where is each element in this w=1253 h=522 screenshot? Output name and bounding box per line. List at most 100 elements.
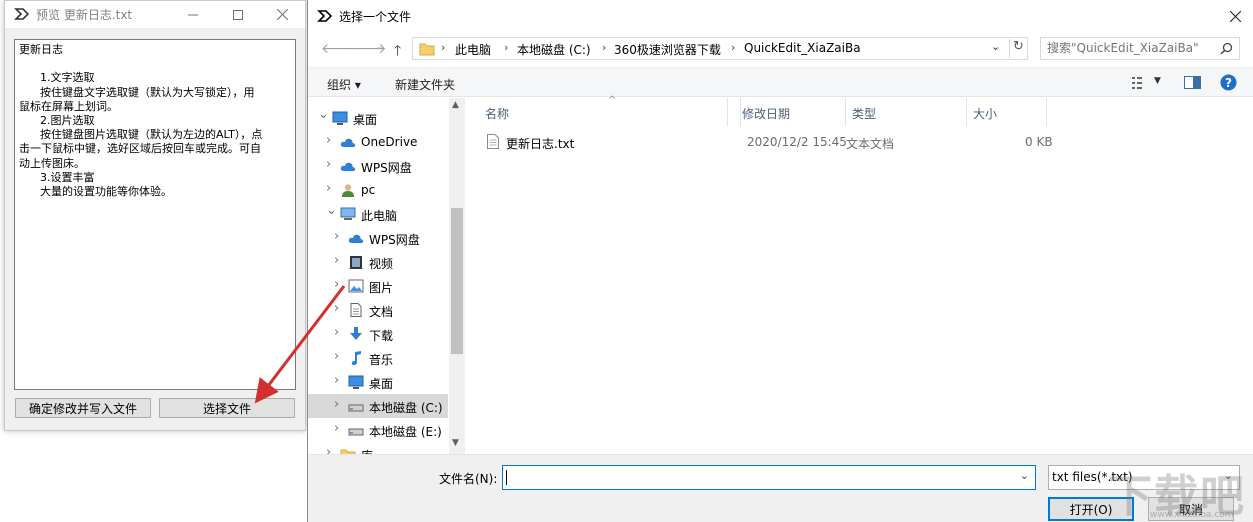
close-icon <box>277 9 288 20</box>
column-header-size-label: 大小 <box>973 107 998 121</box>
desktop-icon <box>348 375 364 389</box>
chevron-down-icon[interactable]: ⌄ <box>1224 469 1233 482</box>
file-row[interactable]: 更新日志.txt 2020/12/2 15:45 文本文档 0 KB <box>465 128 1053 154</box>
video-icon <box>350 256 362 269</box>
chevron-down-icon[interactable]: ⌄ <box>318 107 329 122</box>
desktop-icon <box>332 111 348 125</box>
app-logo-icon <box>317 10 333 22</box>
breadcrumb-separator: › <box>441 41 446 54</box>
watermark-url: www.xiazaiba.com <box>1150 510 1234 520</box>
chevron-down-icon[interactable]: ⌄ <box>1020 469 1029 482</box>
document-icon <box>350 303 362 317</box>
nav-tree-item[interactable]: › 本地磁盘 (C:) <box>308 394 448 418</box>
dialog-titlebar[interactable]: 选择一个文件 <box>308 0 1253 31</box>
nav-tree-item[interactable]: ›库 <box>308 442 448 454</box>
chevron-right-icon[interactable]: › <box>334 253 339 268</box>
minimize-button[interactable] <box>170 1 215 28</box>
preview-text-editor[interactable]: 更新日志 1.文字选取 按住键盘文字选取键（默认为大写锁定），用 鼠标在屏幕上划… <box>14 39 296 390</box>
choose-file-button[interactable]: 选择文件 <box>159 398 295 418</box>
nav-tree-item-label: 本地磁盘 (C:) <box>369 401 443 415</box>
scroll-thumb[interactable] <box>451 208 463 354</box>
computer-icon <box>340 207 356 220</box>
recent-locations-button[interactable]: ⌄ <box>376 42 384 52</box>
nav-tree-item[interactable]: › WPS网盘 <box>308 154 448 178</box>
chevron-right-icon[interactable]: › <box>334 229 339 244</box>
navigation-row: 🡐 🡒 ⌄ 🡑 › 此电脑 › 本地磁盘 (C:) › 360极速浏览器下载 ›… <box>308 31 1253 67</box>
column-header-name-label: 名称 <box>485 107 510 121</box>
nav-tree-item[interactable]: › WPS网盘 <box>308 226 448 250</box>
column-header-modified[interactable]: 修改日期 <box>727 98 846 126</box>
scroll-down-icon[interactable]: ▼ <box>452 438 459 448</box>
scroll-up-icon[interactable]: ▲ <box>452 100 459 110</box>
chevron-right-icon[interactable]: › <box>334 301 339 316</box>
refresh-icon[interactable]: ↻ <box>1009 39 1027 58</box>
breadcrumb-separator: › <box>504 41 509 54</box>
nav-tree-item[interactable]: › 文档 <box>308 298 448 322</box>
help-icon[interactable]: ? <box>1220 74 1237 91</box>
filename-input[interactable]: ⌄ <box>502 465 1036 490</box>
nav-tree-item-label: 文档 <box>369 305 394 319</box>
chevron-right-icon[interactable]: › <box>334 421 339 436</box>
breadcrumb-current-folder[interactable]: QuickEdit_XiaZaiBa <box>744 41 861 55</box>
breadcrumb-drive-c[interactable]: 本地磁盘 (C:) <box>517 41 591 58</box>
column-header-name[interactable]: 名称 <box>465 98 741 126</box>
search-box[interactable] <box>1040 37 1240 60</box>
preview-window: 预览 更新日志.txt 更新日志 1.文字选取 按住键盘文字选取键（默认为大写锁… <box>4 0 306 431</box>
filetype-select[interactable]: txt files(*.txt) ⌄ <box>1048 465 1240 490</box>
search-input[interactable] <box>1047 41 1217 55</box>
address-dropdown-icon[interactable]: ⌄ <box>991 40 1000 53</box>
chevron-right-icon[interactable]: › <box>334 349 339 364</box>
chevron-down-icon[interactable]: ⌄ <box>326 203 337 218</box>
dialog-close-button[interactable] <box>1220 5 1250 27</box>
navigation-scrollbar[interactable]: ▲ ▼ <box>449 98 465 454</box>
new-folder-button[interactable]: 新建文件夹 <box>395 76 455 93</box>
preview-window-title: 预览 更新日志.txt <box>36 8 133 22</box>
confirm-write-button[interactable]: 确定修改并写入文件 <box>15 398 151 418</box>
close-button[interactable] <box>260 1 305 28</box>
cloud-icon <box>340 138 356 147</box>
filetype-value: txt files(*.txt) <box>1052 470 1133 484</box>
nav-tree-item[interactable]: › 视频 <box>308 250 448 274</box>
breadcrumb-separator: › <box>602 41 607 54</box>
nav-tree-item[interactable]: › 桌面 <box>308 370 448 394</box>
drive-icon <box>348 428 364 436</box>
nav-tree-item-label: 下载 <box>369 329 394 343</box>
chevron-right-icon[interactable]: › <box>326 445 331 454</box>
chevron-right-icon[interactable]: › <box>334 373 339 388</box>
address-bar[interactable]: › 此电脑 › 本地磁盘 (C:) › 360极速浏览器下载 › QuickEd… <box>412 37 1028 60</box>
chevron-right-icon[interactable]: › <box>334 277 339 292</box>
open-button[interactable]: 打开(O) <box>1048 497 1134 521</box>
breadcrumb-downloads-folder[interactable]: 360极速浏览器下载 <box>614 41 721 58</box>
view-options-icon[interactable] <box>1132 77 1148 89</box>
download-icon <box>350 327 362 340</box>
column-header-size[interactable]: 大小 <box>967 98 1047 126</box>
nav-tree-item[interactable]: › 本地磁盘 (E:) <box>308 418 448 442</box>
up-button[interactable]: 🡑 <box>394 40 401 64</box>
nav-tree-item-label: 库 <box>361 447 373 454</box>
column-header-type[interactable]: 类型 <box>846 98 967 126</box>
view-dropdown-icon[interactable]: ▼ <box>1154 76 1161 86</box>
chevron-right-icon[interactable]: › <box>326 133 331 148</box>
chevron-right-icon[interactable]: › <box>326 157 331 172</box>
nav-tree-item-label: 视频 <box>369 257 394 271</box>
cloud-icon <box>340 162 356 171</box>
nav-tree-item[interactable]: ⌄ 桌面 <box>308 106 448 130</box>
nav-tree-item-label: pc <box>361 183 376 197</box>
chevron-right-icon[interactable]: › <box>334 397 339 412</box>
nav-tree-item[interactable]: › pc <box>308 178 448 202</box>
chevron-right-icon[interactable]: › <box>334 325 339 340</box>
maximize-button[interactable] <box>215 1 260 28</box>
nav-tree-item[interactable]: › 下载 <box>308 322 448 346</box>
chevron-right-icon[interactable]: › <box>326 181 331 196</box>
preview-titlebar[interactable]: 预览 更新日志.txt <box>5 1 305 28</box>
nav-tree-item-label: 桌面 <box>353 113 378 127</box>
file-modified-date: 2020/12/2 15:45 <box>747 135 847 149</box>
nav-tree-item[interactable]: ⌄ 此电脑 <box>308 202 448 226</box>
nav-tree-item[interactable]: › OneDrive <box>308 130 448 154</box>
dialog-bottom-area: 文件名(N): ⌄ txt files(*.txt) ⌄ 打开(O) 取消 <box>308 454 1253 522</box>
nav-tree-item[interactable]: › 图片 <box>308 274 448 298</box>
preview-pane-icon[interactable] <box>1184 76 1201 89</box>
breadcrumb-this-pc[interactable]: 此电脑 <box>455 41 491 58</box>
organize-button[interactable]: 组织 ▾ <box>327 76 361 93</box>
nav-tree-item[interactable]: › 音乐 <box>308 346 448 370</box>
